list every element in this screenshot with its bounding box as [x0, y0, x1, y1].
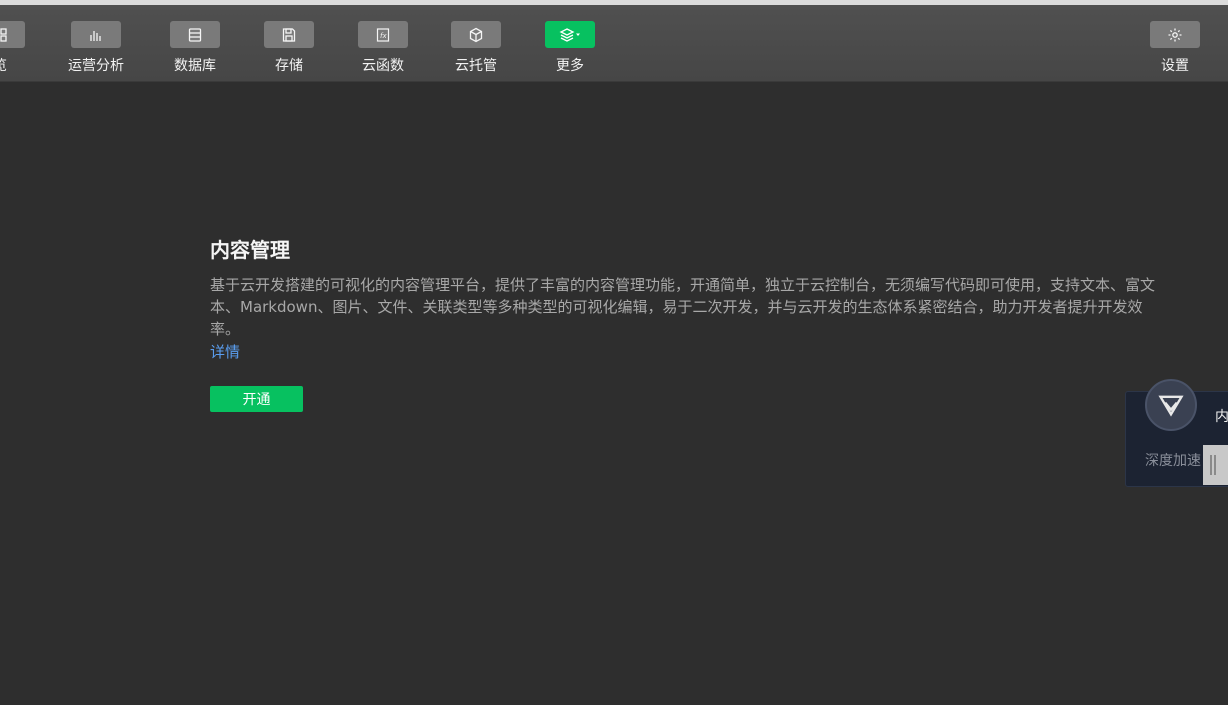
toolbar-label: 云函数: [362, 58, 404, 74]
page-description: 基于云开发搭建的可视化的内容管理平台，提供了丰富的内容管理功能，开通简单，独立于…: [210, 276, 1156, 338]
content-management-intro: 内容管理 基于云开发搭建的可视化的内容管理平台，提供了丰富的内容管理功能，开通简…: [210, 236, 1170, 412]
toolbar-more[interactable]: 更多: [525, 5, 615, 81]
shield-check-icon[interactable]: [1145, 379, 1197, 431]
toolbar-label: 云托管: [455, 58, 497, 74]
toolbar-label: 设置: [1161, 58, 1189, 74]
toolbar-storage[interactable]: 存储: [244, 5, 334, 81]
detail-link[interactable]: 详情: [210, 340, 240, 364]
function-icon: fx: [358, 21, 408, 48]
toolbar-label: 存储: [275, 58, 303, 74]
layers-icon: [545, 21, 595, 48]
toolbar-cloud-hosting[interactable]: 云托管: [431, 5, 521, 81]
toolbar-overview[interactable]: 览: [0, 5, 45, 81]
bar-chart-icon: [71, 21, 121, 48]
toolbar-label: 更多: [556, 58, 584, 74]
toolbar: 览 运营分析 数据库 存储 fx 云函数 云托管 更多: [0, 5, 1228, 82]
toolbar-label: 运营分析: [68, 58, 124, 74]
toolbar-database[interactable]: 数据库: [150, 5, 240, 81]
toolbar-label: 览: [0, 55, 45, 75]
grid-icon: [0, 21, 25, 48]
open-button[interactable]: 开通: [210, 386, 303, 412]
toolbar-analytics[interactable]: 运营分析: [51, 5, 141, 81]
toolbar-label: 数据库: [174, 58, 216, 74]
database-icon: [170, 21, 220, 48]
floating-panel-title: 内: [1215, 409, 1228, 425]
drag-handle[interactable]: [1203, 445, 1228, 485]
toolbar-cloud-function[interactable]: fx 云函数: [338, 5, 428, 81]
toolbar-settings[interactable]: 设置: [1130, 5, 1220, 81]
gear-icon: [1150, 21, 1200, 48]
save-icon: [264, 21, 314, 48]
svg-text:fx: fx: [380, 32, 387, 40]
page-title: 内容管理: [210, 238, 290, 262]
floating-panel-subtitle: 深度加速: [1145, 453, 1201, 469]
cube-icon: [451, 21, 501, 48]
